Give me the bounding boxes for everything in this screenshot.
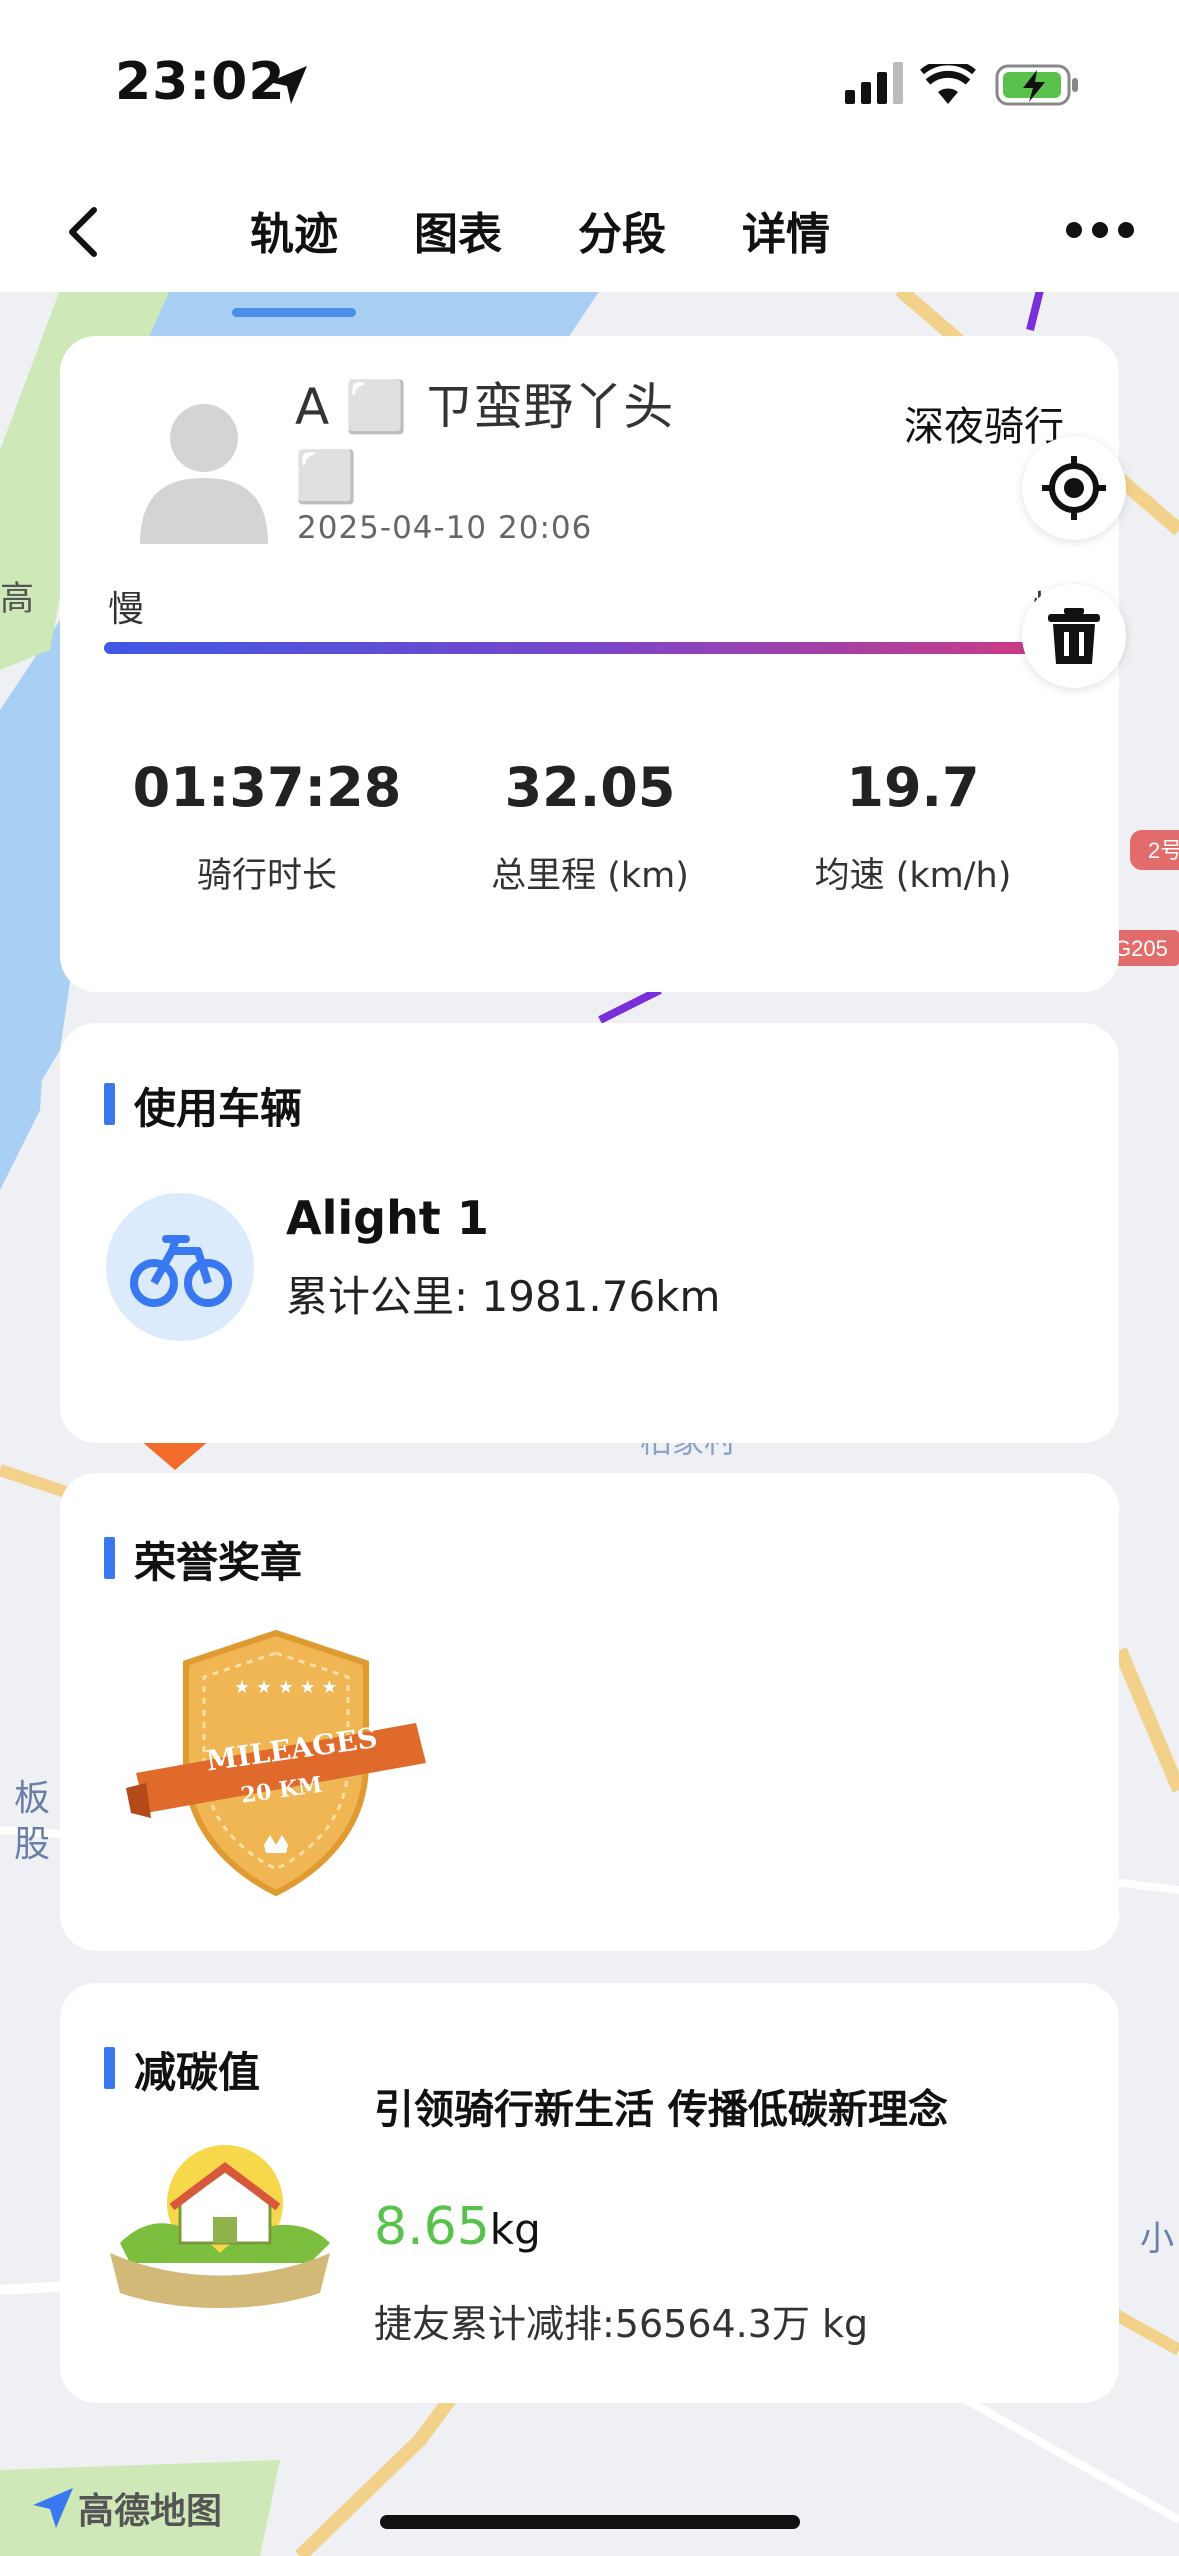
tab-details[interactable]: 详情 [742,198,830,288]
map-label: 高 [0,580,34,618]
location-arrow-icon [269,66,307,104]
map-label: 股 [14,1823,50,1864]
battery-charging-icon [995,64,1078,106]
back-chevron-icon[interactable] [50,192,130,272]
tab-chart[interactable]: 图表 [414,198,502,288]
carbon-reduction-card: 减碳值 引领骑行新生活 传播低碳新理念 8.65kg 捷友累计减排:56564.… [60,1983,1119,2403]
map-label: G205 [1114,936,1168,961]
speed-slow-label: 慢 [108,589,145,630]
cellular-signal-icon [845,62,903,104]
tab-bar: 轨迹 图表 分段 详情 [232,198,906,317]
carbon-value-unit: kg [489,2205,541,2254]
bicycle-icon [130,1235,232,1307]
locate-button[interactable] [1022,436,1126,540]
tab-segments[interactable]: 分段 [578,198,666,288]
stat-label: 总里程 (km) [491,856,689,896]
avatar[interactable] [120,380,288,548]
tab-track[interactable]: 轨迹 [232,198,356,317]
map-label: 板 [14,1777,50,1818]
carbon-total: 捷友累计减排:56564.3万 kg [374,2302,869,2346]
stat-label: 均速 (km/h) [814,856,1012,896]
mileage-medal-badge[interactable]: ★ ★ ★ ★ ★ MILEAGES 20 KM [126,1613,426,1913]
map-provider-name: 高德地图 [78,2491,223,2532]
map-provider-logo: 高德地图 [28,2482,222,2534]
amap-logo-icon [33,2488,73,2528]
medals-card: 荣誉奖章 ★ ★ ★ ★ ★ MILEAGES 20 KM [60,1473,1119,1951]
svg-text:★ ★ ★ ★ ★: ★ ★ ★ ★ ★ [234,1677,338,1698]
card-title: 荣誉奖章 [104,1529,302,1590]
stat-value: 32.05 [504,756,676,819]
top-nav-bar: 轨迹 图表 分段 详情 [0,170,1179,317]
card-title: 减碳值 [104,2039,260,2100]
status-time: 23:02 [115,52,286,112]
eco-house-illustration [110,2145,330,2308]
stat-duration: 01:37:28 骑行时长 [107,756,427,898]
crosshair-icon [1042,456,1106,520]
card-title: 使用车辆 [104,1075,302,1136]
vehicle-mileage: 累计公里: 1981.76km [286,1272,721,1321]
ride-datetime: 2025-04-10 20:06 [297,510,593,546]
user-name: A ⬜ ㄗ蛮野丫头⬜ [295,378,674,506]
status-bar: 23:02 [0,0,1179,170]
vehicle-name: Alight 1 [286,1191,489,1245]
carbon-slogan: 引领骑行新生活 传播低碳新理念 [374,2087,948,2133]
map-label: 2号 [1148,838,1179,863]
ride-summary-card: A ⬜ ㄗ蛮野丫头⬜ 2025-04-10 20:06 深夜骑行 慢 快 01:… [60,336,1119,992]
stat-value: 01:37:28 [132,756,402,819]
stat-value: 19.7 [846,756,980,819]
stat-label: 骑行时长 [196,856,337,896]
more-options-icon[interactable] [1060,210,1140,250]
carbon-value: 8.65kg [374,2197,541,2257]
map-label: 小 [1140,2220,1174,2258]
stat-distance: 32.05 总里程 (km) [430,756,750,898]
delete-button[interactable] [1022,584,1126,688]
speed-gradient-bar [104,642,1094,654]
wifi-icon [920,64,976,104]
carbon-value-number: 8.65 [374,2197,490,2257]
vehicle-card[interactable]: 使用车辆 Alight 1 累计公里: 1981.76km [60,1023,1119,1443]
home-indicator[interactable] [380,2515,800,2529]
bike-icon-circle [106,1193,254,1341]
trash-icon [1048,608,1100,664]
stat-avg-speed: 19.7 均速 (km/h) [753,756,1073,898]
